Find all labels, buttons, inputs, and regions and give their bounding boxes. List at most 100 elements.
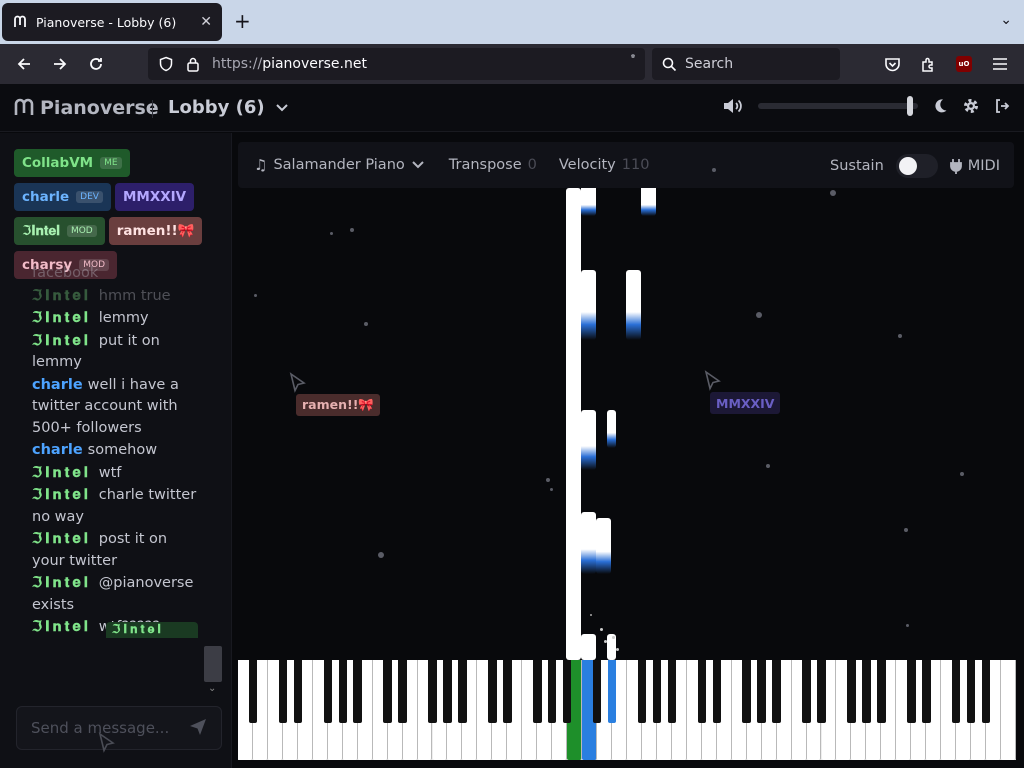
falling-note — [641, 188, 656, 216]
volume-slider-thumb[interactable] — [907, 96, 913, 116]
user-chip[interactable]: ramen!!🎀 — [108, 217, 203, 245]
black-key[interactable] — [922, 660, 931, 723]
falling-note — [607, 410, 616, 448]
black-key[interactable] — [443, 660, 452, 723]
scroll-down-arrow-icon[interactable]: ⌄ — [208, 683, 216, 694]
send-icon[interactable] — [189, 718, 207, 736]
black-key[interactable] — [951, 660, 961, 723]
chat-author[interactable]: ℑ𝐈𝐧𝐭𝐞𝐥 — [32, 575, 91, 591]
white-key[interactable] — [1001, 660, 1016, 760]
chat-text: facebook — [32, 265, 99, 281]
chat-author[interactable]: ℑ𝐈𝐧𝐭𝐞𝐥 — [32, 465, 91, 481]
chat-scrollbar-thumb[interactable] — [204, 646, 222, 682]
chat-author[interactable]: ℑ𝐈𝐧𝐭𝐞𝐥 — [32, 288, 91, 304]
chevron-down-icon — [275, 103, 288, 111]
tab-close-icon[interactable]: ✕ — [200, 14, 212, 30]
black-key[interactable] — [981, 660, 991, 723]
user-chip[interactable]: ℑ𝐈𝐧𝐭𝐞𝐥 MOD — [14, 217, 105, 245]
black-key[interactable] — [697, 660, 707, 723]
spark-particle — [616, 648, 619, 651]
black-key[interactable] — [547, 660, 557, 723]
black-key[interactable] — [562, 660, 572, 723]
volume-slider[interactable] — [758, 96, 918, 116]
black-key[interactable] — [847, 660, 856, 723]
piano-keyboard[interactable] — [238, 660, 1016, 760]
black-key[interactable] — [862, 660, 871, 723]
black-key[interactable] — [353, 660, 362, 723]
instrument-selector[interactable]: ♫ Salamander Piano — [254, 156, 425, 174]
black-key[interactable] — [488, 660, 497, 723]
black-key[interactable] — [817, 660, 826, 723]
transpose-control[interactable]: Transpose 0 — [449, 157, 537, 173]
tab-title: Pianoverse - Lobby (6) — [36, 14, 177, 30]
black-key[interactable] — [338, 660, 348, 723]
velocity-control[interactable]: Velocity 110 — [559, 157, 650, 173]
black-key[interactable] — [667, 660, 677, 723]
shield-icon[interactable] — [158, 56, 174, 72]
reload-button[interactable] — [78, 48, 114, 80]
black-key[interactable] — [428, 660, 437, 723]
back-button[interactable] — [6, 48, 42, 80]
search-bar[interactable]: Search — [652, 48, 840, 80]
brand[interactable]: Pianoverse — [12, 96, 159, 120]
black-key[interactable] — [383, 660, 392, 723]
logout-icon[interactable] — [994, 98, 1010, 114]
chat-author[interactable]: ℑ𝐈𝐧𝐭𝐞𝐥 — [32, 310, 91, 326]
black-key[interactable] — [712, 660, 722, 723]
ublock-button[interactable]: uO — [946, 48, 982, 80]
black-key[interactable] — [607, 660, 617, 723]
chat-author[interactable]: charle — [32, 442, 83, 458]
chat-author[interactable]: ℑ𝐈𝐧𝐭𝐞𝐥 — [32, 333, 91, 349]
black-key[interactable] — [293, 660, 303, 723]
black-key[interactable] — [802, 660, 811, 723]
black-key[interactable] — [592, 660, 602, 723]
lock-icon[interactable] — [186, 56, 200, 72]
black-key[interactable] — [458, 660, 467, 723]
room-selector[interactable]: Lobby (6) — [168, 97, 289, 118]
chat-scrollbar[interactable]: ⌄ — [204, 263, 222, 694]
list-all-tabs-icon[interactable]: ⌄ — [1000, 12, 1012, 28]
chat-input[interactable]: Send a message... — [16, 706, 222, 750]
moon-icon[interactable] — [932, 98, 948, 114]
black-key[interactable] — [907, 660, 916, 723]
black-key[interactable] — [637, 660, 647, 723]
user-name: ℑ𝐈𝐧𝐭𝐞𝐥 — [22, 223, 60, 239]
gear-icon[interactable] — [962, 97, 980, 115]
url-bar[interactable]: https://pianoverse.net — [148, 48, 645, 80]
pocket-button[interactable] — [874, 48, 910, 80]
black-key[interactable] — [503, 660, 512, 723]
chat-author[interactable]: ℑ𝐈𝐧𝐭𝐞𝐥 — [32, 487, 91, 503]
extensions-button[interactable] — [910, 48, 946, 80]
black-key[interactable] — [533, 660, 542, 723]
spark-particle — [612, 636, 615, 639]
black-key[interactable] — [398, 660, 407, 723]
chat-author[interactable]: ℑ𝐈𝐧𝐭𝐞𝐥 — [32, 531, 91, 547]
user-chip[interactable]: MMXXIV — [114, 183, 195, 211]
chat-message: ℑ𝐈𝐧𝐭𝐞𝐥 lemmy — [32, 308, 202, 330]
forward-button[interactable] — [42, 48, 78, 80]
midi-button[interactable]: MIDI — [949, 158, 1000, 174]
black-key[interactable] — [877, 660, 886, 723]
sustain-toggle[interactable] — [895, 154, 938, 178]
black-key[interactable] — [772, 660, 781, 723]
black-key[interactable] — [757, 660, 766, 723]
background-particle — [254, 294, 257, 297]
bookmark-star-icon[interactable] — [631, 54, 635, 58]
volume-icon[interactable] — [722, 97, 744, 115]
falling-note — [566, 188, 581, 660]
chat-author[interactable]: ℑ𝐈𝐧𝐭𝐞𝐥 — [32, 619, 91, 635]
new-tab-button[interactable]: + — [234, 10, 251, 32]
black-key[interactable] — [323, 660, 333, 723]
background-particle — [330, 232, 333, 235]
black-key[interactable] — [966, 660, 976, 723]
user-chip[interactable]: charle DEV — [14, 183, 111, 211]
black-key[interactable] — [742, 660, 751, 723]
app-menu-button[interactable] — [982, 48, 1018, 80]
user-chip[interactable]: CollabVM ME — [14, 149, 130, 177]
black-key[interactable] — [652, 660, 662, 723]
spark-particle — [590, 614, 592, 616]
browser-tab[interactable]: Pianoverse - Lobby (6) ✕ — [2, 3, 222, 41]
black-key[interactable] — [248, 660, 258, 723]
chat-author[interactable]: charle — [32, 377, 83, 393]
black-key[interactable] — [278, 660, 288, 723]
